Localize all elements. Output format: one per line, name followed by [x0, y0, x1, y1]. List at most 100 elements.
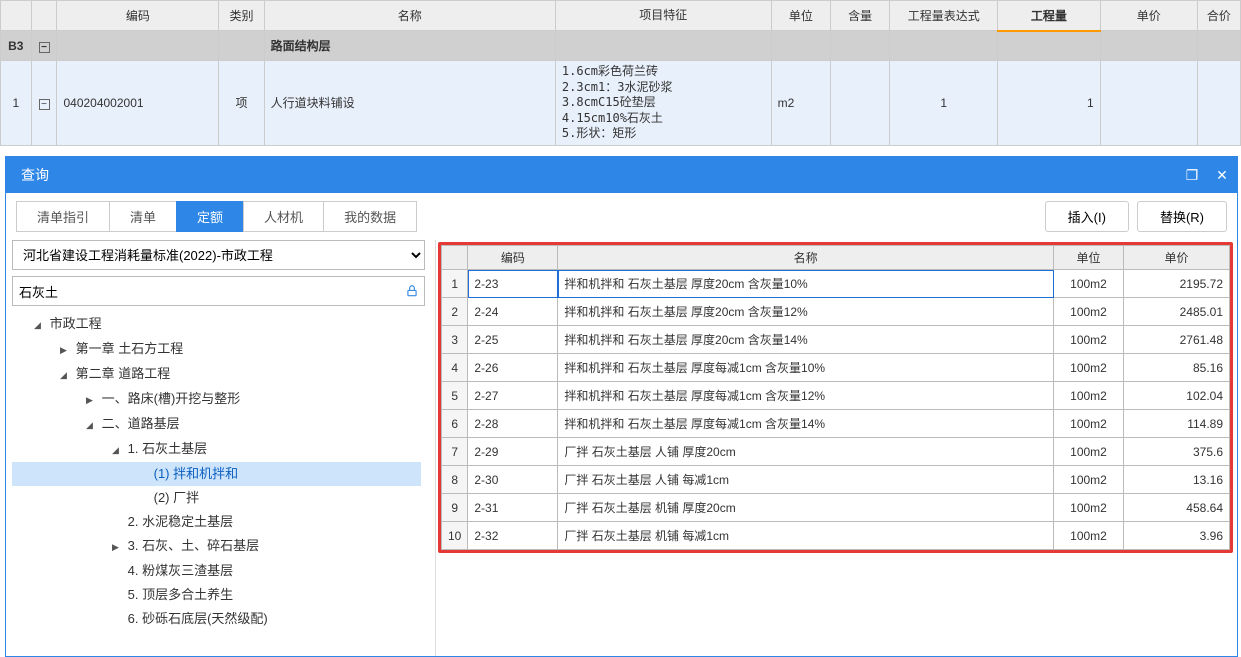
close-icon[interactable]: ✕: [1207, 157, 1237, 193]
table-row[interactable]: 22-24拌和机拌和 石灰土基层 厚度20cm 含灰量12%100m22485.…: [442, 298, 1230, 326]
col-name[interactable]: 名称: [264, 1, 555, 31]
query-tab-0[interactable]: 清单指引: [16, 201, 110, 232]
query-tab-2[interactable]: 定额: [176, 201, 244, 232]
item-feature[interactable]: 1.6cm彩色荷兰砖 2.3cm1：3水泥砂浆 3.8cmC15砼垫层 4.15…: [555, 61, 771, 146]
item-unit[interactable]: m2: [771, 61, 830, 146]
row-code[interactable]: 2-26: [468, 354, 558, 382]
item-code[interactable]: 040204002001: [57, 61, 219, 146]
table-row[interactable]: 92-31厂拌 石灰土基层 机铺 厚度20cm100m2458.64: [442, 494, 1230, 522]
minus-icon[interactable]: −: [39, 42, 50, 53]
col-content[interactable]: 含量: [830, 1, 889, 31]
row-name[interactable]: 拌和机拌和 石灰土基层 厚度20cm 含灰量12%: [558, 298, 1054, 326]
row-code[interactable]: 2-29: [468, 438, 558, 466]
category-tree[interactable]: 市政工程 第一章 土石方工程 第二章 道路工程 一、路床(槽)开挖与整形 二、道…: [12, 312, 425, 656]
tree-node[interactable]: 2. 水泥稳定土基层: [12, 510, 421, 534]
row-code[interactable]: 2-25: [468, 326, 558, 354]
col-kind[interactable]: 类别: [219, 1, 264, 31]
row-code[interactable]: 2-24: [468, 298, 558, 326]
row-name[interactable]: 拌和机拌和 石灰土基层 厚度20cm 含灰量14%: [558, 326, 1054, 354]
col-feature[interactable]: 项目特征: [555, 1, 771, 31]
query-titlebar[interactable]: 查询 ✕ ❐: [6, 157, 1237, 193]
table-row[interactable]: 42-26拌和机拌和 石灰土基层 厚度每减1cm 含灰量10%100m285.1…: [442, 354, 1230, 382]
query-tab-4[interactable]: 我的数据: [323, 201, 417, 232]
table-row[interactable]: 52-27拌和机拌和 石灰土基层 厚度每减1cm 含灰量12%100m2102.…: [442, 382, 1230, 410]
tree-caret-icon[interactable]: [86, 412, 98, 437]
tree-caret-icon[interactable]: [112, 534, 124, 559]
col-total[interactable]: 合价: [1197, 1, 1240, 31]
tree-caret-icon[interactable]: [112, 437, 124, 462]
row-name[interactable]: 厂拌 石灰土基层 机铺 每减1cm: [558, 522, 1054, 550]
table-row[interactable]: 32-25拌和机拌和 石灰土基层 厚度20cm 含灰量14%100m22761.…: [442, 326, 1230, 354]
tree-node[interactable]: 一、路床(槽)开挖与整形: [12, 387, 421, 412]
search-input[interactable]: [13, 284, 400, 299]
tree-node[interactable]: (1) 拌和机拌和: [12, 462, 421, 486]
row-unit: 100m2: [1054, 382, 1124, 410]
row-name[interactable]: 厂拌 石灰土基层 人铺 每减1cm: [558, 466, 1054, 494]
item-qty[interactable]: 1: [998, 61, 1100, 146]
row-name[interactable]: 厂拌 石灰土基层 人铺 厚度20cm: [558, 438, 1054, 466]
tree-caret-icon[interactable]: [86, 387, 98, 412]
row-code[interactable]: 2-23: [468, 270, 558, 298]
tree-node[interactable]: 1. 石灰土基层: [12, 437, 421, 462]
row-code[interactable]: 2-32: [468, 522, 558, 550]
row-code[interactable]: 2-28: [468, 410, 558, 438]
tree-caret-icon[interactable]: [60, 337, 72, 362]
tree-node[interactable]: 市政工程: [12, 312, 421, 337]
item-kind[interactable]: 项: [219, 61, 264, 146]
row-name[interactable]: 拌和机拌和 石灰土基层 厚度每减1cm 含灰量14%: [558, 410, 1054, 438]
standard-select[interactable]: 河北省建设工程消耗量标准(2022)-市政工程: [12, 240, 425, 270]
table-row[interactable]: 82-30厂拌 石灰土基层 人铺 每减1cm100m213.16: [442, 466, 1230, 494]
row-code[interactable]: 2-31: [468, 494, 558, 522]
row-name[interactable]: 厂拌 石灰土基层 机铺 厚度20cm: [558, 494, 1054, 522]
tree-caret-icon[interactable]: [34, 312, 46, 337]
tree-label: 第一章 土石方工程: [72, 341, 183, 356]
query-tabs: 清单指引清单定额人材机我的数据: [16, 201, 416, 232]
tree-node[interactable]: 二、道路基层: [12, 412, 421, 437]
tree-node[interactable]: 第一章 土石方工程: [12, 337, 421, 362]
tree-node[interactable]: 5. 顶层多合土养生: [12, 583, 421, 607]
table-row[interactable]: 62-28拌和机拌和 石灰土基层 厚度每减1cm 含灰量14%100m2114.…: [442, 410, 1230, 438]
rcol-price[interactable]: 单价: [1124, 246, 1230, 270]
rcol-code[interactable]: 编码: [468, 246, 558, 270]
table-row[interactable]: 102-32厂拌 石灰土基层 机铺 每减1cm100m23.96: [442, 522, 1230, 550]
item-rownum: 1: [1, 61, 32, 146]
tree-node[interactable]: 6. 砂砾石底层(天然级配): [12, 607, 421, 631]
group-rownum: B3: [1, 31, 32, 61]
query-tab-1[interactable]: 清单: [109, 201, 177, 232]
group-name[interactable]: 路面结构层: [264, 31, 555, 61]
tree-node[interactable]: (2) 厂拌: [12, 486, 421, 510]
item-qty-expr[interactable]: 1: [890, 61, 998, 146]
col-qty[interactable]: 工程量: [998, 1, 1100, 31]
table-row[interactable]: 72-29厂拌 石灰土基层 人铺 厚度20cm100m2375.6: [442, 438, 1230, 466]
insert-button[interactable]: 插入(I): [1045, 201, 1129, 232]
col-code[interactable]: 编码: [57, 1, 219, 31]
row-unit: 100m2: [1054, 466, 1124, 494]
row-name[interactable]: 拌和机拌和 石灰土基层 厚度20cm 含灰量10%: [558, 270, 1054, 298]
row-unit: 100m2: [1054, 410, 1124, 438]
item-expander[interactable]: −: [31, 61, 57, 146]
tree-caret-icon[interactable]: [60, 362, 72, 387]
rcol-name[interactable]: 名称: [558, 246, 1054, 270]
row-code[interactable]: 2-30: [468, 466, 558, 494]
group-row: B3 − 路面结构层: [1, 31, 1241, 61]
tree-node[interactable]: 第二章 道路工程: [12, 362, 421, 387]
restore-icon[interactable]: ❐: [1177, 157, 1207, 193]
row-index: 6: [442, 410, 468, 438]
item-name[interactable]: 人行道块料铺设: [264, 61, 555, 146]
query-tab-3[interactable]: 人材机: [243, 201, 324, 232]
col-price[interactable]: 单价: [1100, 1, 1197, 31]
row-price: 3.96: [1124, 522, 1230, 550]
tree-node[interactable]: 3. 石灰、土、碎石基层: [12, 534, 421, 559]
group-expander[interactable]: −: [31, 31, 57, 61]
col-unit[interactable]: 单位: [771, 1, 830, 31]
rcol-unit[interactable]: 单位: [1054, 246, 1124, 270]
table-row[interactable]: 12-23拌和机拌和 石灰土基层 厚度20cm 含灰量10%100m22195.…: [442, 270, 1230, 298]
col-qty-expr[interactable]: 工程量表达式: [890, 1, 998, 31]
minus-icon[interactable]: −: [39, 99, 50, 110]
row-name[interactable]: 拌和机拌和 石灰土基层 厚度每减1cm 含灰量10%: [558, 354, 1054, 382]
row-name[interactable]: 拌和机拌和 石灰土基层 厚度每减1cm 含灰量12%: [558, 382, 1054, 410]
tree-node[interactable]: 4. 粉煤灰三渣基层: [12, 559, 421, 583]
lock-icon[interactable]: [400, 284, 424, 298]
row-code[interactable]: 2-27: [468, 382, 558, 410]
replace-button[interactable]: 替换(R): [1137, 201, 1227, 232]
